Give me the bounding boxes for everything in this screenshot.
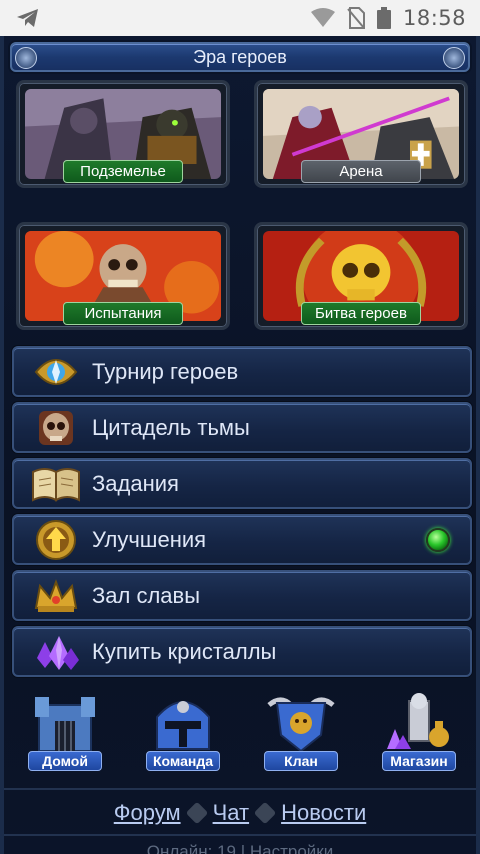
menu-item-label: Цитадель тьмы: [92, 414, 250, 440]
upgrade-arrow-icon: [28, 518, 84, 562]
ornament-icon: [443, 47, 465, 69]
tile-caption: Арена: [301, 160, 421, 183]
clan-shield-icon: [267, 697, 335, 753]
nav-clan-button[interactable]: Клан: [256, 691, 346, 781]
separator-icon: [253, 801, 277, 825]
notification-indicator: [426, 527, 450, 552]
nav-label: Домой: [28, 751, 102, 771]
clock: 18:58: [402, 6, 466, 30]
tile-dungeon[interactable]: Подземелье: [16, 80, 230, 188]
tile-caption: Битва героев: [301, 302, 421, 325]
bottom-nav: Домой Команда Клан Магазин: [4, 691, 476, 781]
open-book-icon: [28, 462, 84, 506]
tile-hero-battle[interactable]: Битва героев: [254, 222, 468, 330]
chat-link[interactable]: Чат: [213, 800, 250, 826]
status-bar: 18:58: [0, 0, 480, 36]
page-title: Эра героев: [193, 46, 287, 67]
menu-item-label: Задания: [92, 470, 179, 496]
ornament-icon: [15, 47, 37, 69]
no-sim-icon: [347, 7, 365, 29]
crystals-icon: [28, 630, 84, 674]
shop-potions-icon: [387, 693, 449, 749]
nav-team-button[interactable]: Команда: [138, 691, 228, 781]
menu-item-buy-crystals[interactable]: Купить кристаллы: [12, 626, 472, 677]
tile-caption: Подземелье: [63, 160, 183, 183]
nav-home-button[interactable]: Домой: [20, 691, 110, 781]
divider: [4, 834, 476, 836]
online-status: Онлайн: 19 | Настройки: [146, 842, 334, 854]
nav-label: Клан: [264, 751, 338, 771]
menu-item-upgrades[interactable]: Улучшения: [12, 514, 472, 565]
wifi-icon: [310, 8, 335, 27]
title-bar: Эра героев: [10, 42, 470, 72]
news-link[interactable]: Новости: [281, 800, 366, 826]
battery-icon: [376, 7, 391, 29]
divider: [4, 788, 476, 790]
nav-shop-button[interactable]: Магазин: [374, 691, 464, 781]
nav-label: Команда: [146, 751, 220, 771]
castle-icon: [35, 697, 95, 752]
menu-item-label: Турнир героев: [92, 358, 239, 384]
telegram-icon: [17, 9, 38, 27]
tile-caption: Испытания: [63, 302, 183, 325]
menu-item-hall-of-fame[interactable]: Зал славы: [12, 570, 472, 621]
separator-icon: [185, 801, 208, 825]
menu-item-label: Зал славы: [92, 582, 201, 608]
menu-item-label: Улучшения: [92, 526, 207, 552]
crown-icon: [28, 574, 84, 618]
menu-item-label: Купить кристаллы: [92, 638, 277, 664]
menu-item-hero-tournament[interactable]: Турнир героев: [12, 346, 472, 397]
tile-arena[interactable]: Арена: [254, 80, 468, 188]
nav-label: Магазин: [382, 751, 456, 771]
footer-links: Форум Чат Новости: [4, 796, 476, 830]
helmet-icon: [156, 701, 210, 750]
skull-icon: [28, 406, 84, 450]
app-window: Эра героев Подземелье Арена Испытания Би…: [0, 36, 480, 854]
tournament-emblem-icon: [28, 350, 84, 394]
menu-item-quests[interactable]: Задания: [12, 458, 472, 509]
menu-item-dark-citadel[interactable]: Цитадель тьмы: [12, 402, 472, 453]
tile-trials[interactable]: Испытания: [16, 222, 230, 330]
forum-link[interactable]: Форум: [114, 800, 181, 826]
